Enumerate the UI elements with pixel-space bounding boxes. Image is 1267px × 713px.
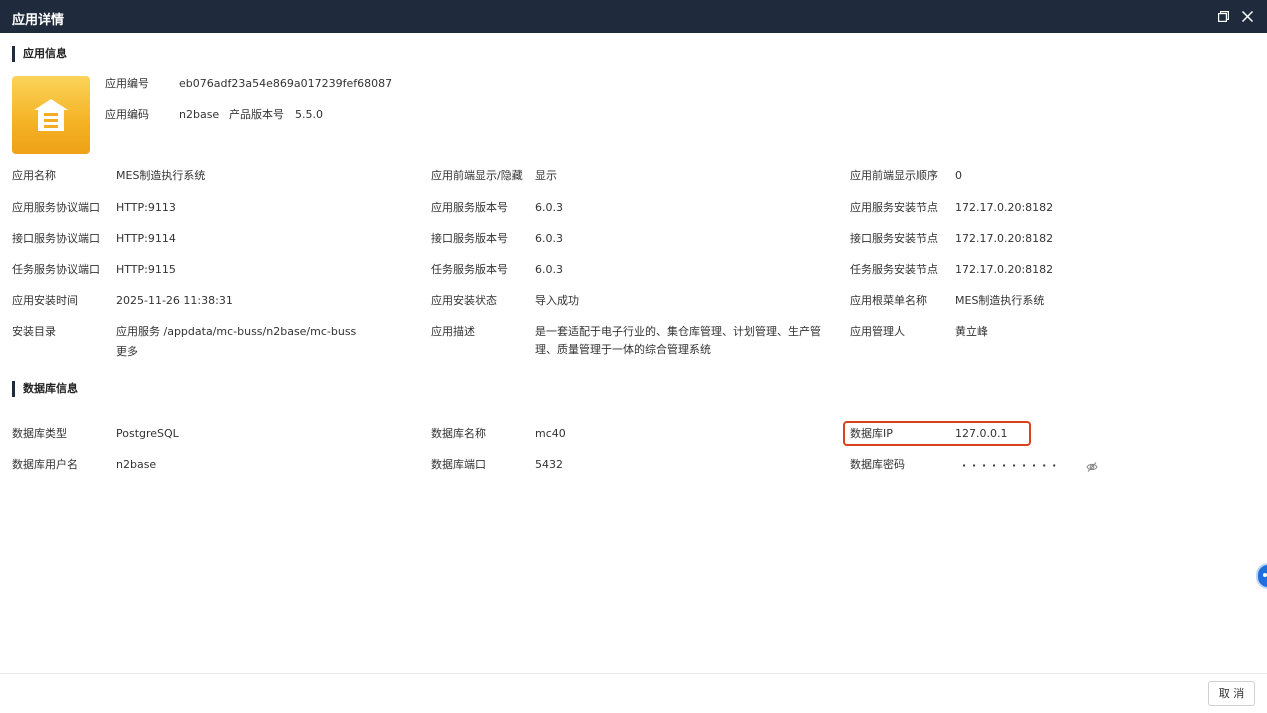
- description-label: 应用描述: [431, 325, 475, 338]
- install-status-label: 应用安装状态: [431, 294, 497, 307]
- more-link[interactable]: 更多: [116, 345, 138, 359]
- db-user-value: n2base: [116, 458, 157, 471]
- app-no-value: eb076adf23a54e869a017239fef68087: [179, 77, 393, 90]
- description-value: 是一套适配于电子行业的、集仓库管理、计划管理、生产管理、质量管理于一体的综合管理…: [535, 325, 821, 356]
- install-dir-value: 应用服务 /appdata/mc-buss/n2base/mc-buss: [116, 325, 357, 338]
- product-version-label: 产品版本号: [229, 108, 284, 121]
- db-name-value: mc40: [535, 427, 566, 440]
- title-bar: 应用详情: [0, 0, 1267, 33]
- app-code-label: 应用编码: [105, 108, 149, 121]
- frontend-show-label: 应用前端显示/隐藏: [431, 169, 523, 182]
- app-node-value: 172.17.0.20:8182: [955, 201, 1054, 214]
- app-version-label: 应用服务版本号: [431, 201, 508, 214]
- api-port-value: HTTP:9114: [116, 232, 176, 245]
- frontend-order-value: 0: [955, 169, 962, 182]
- install-time-value: 2025-11-26 11:38:31: [116, 294, 233, 307]
- cancel-button[interactable]: 取 消: [1208, 681, 1255, 706]
- db-ip-value: 127.0.0.1: [955, 427, 1008, 440]
- api-version-label: 接口服务版本号: [431, 232, 508, 245]
- window-title: 应用详情: [12, 13, 65, 28]
- warehouse-icon: [34, 99, 68, 131]
- db-password-label: 数据库密码: [850, 458, 905, 471]
- app-code-value: n2base: [179, 108, 220, 121]
- db-port-label: 数据库端口: [431, 458, 486, 471]
- db-password-value: · · · · · · · · · ·: [962, 459, 1058, 472]
- app-no-label: 应用编号: [105, 77, 149, 90]
- db-type-label: 数据库类型: [12, 427, 67, 440]
- install-dir-label: 安装目录: [12, 325, 56, 338]
- restore-window-icon[interactable]: [1218, 11, 1229, 22]
- task-version-value: 6.0.3: [535, 263, 563, 276]
- manager-value: 黄立峰: [955, 325, 988, 338]
- db-user-label: 数据库用户名: [12, 458, 78, 471]
- root-menu-label: 应用根菜单名称: [850, 294, 927, 307]
- app-logo: [12, 76, 90, 154]
- api-port-label: 接口服务协议端口: [12, 232, 100, 245]
- footer-divider: [0, 673, 1267, 674]
- db-ip-label: 数据库IP: [850, 427, 893, 440]
- manager-label: 应用管理人: [850, 325, 905, 338]
- task-node-label: 任务服务安装节点: [850, 263, 938, 276]
- section-app-info: 应用信息: [12, 46, 67, 62]
- install-time-label: 应用安装时间: [12, 294, 78, 307]
- task-node-value: 172.17.0.20:8182: [955, 263, 1054, 276]
- app-port-value: HTTP:9113: [116, 201, 176, 214]
- app-port-label: 应用服务协议端口: [12, 201, 100, 214]
- api-node-value: 172.17.0.20:8182: [955, 232, 1054, 245]
- install-status-value: 导入成功: [535, 294, 579, 307]
- eye-off-icon[interactable]: [1086, 461, 1098, 473]
- app-version-value: 6.0.3: [535, 201, 563, 214]
- root-menu-value: MES制造执行系统: [955, 294, 1045, 307]
- app-name-value: MES制造执行系统: [116, 169, 206, 182]
- product-version-value: 5.5.0: [295, 108, 323, 121]
- close-icon[interactable]: [1241, 10, 1254, 23]
- db-name-label: 数据库名称: [431, 427, 486, 440]
- task-port-label: 任务服务协议端口: [12, 263, 100, 276]
- db-port-value: 5432: [535, 458, 563, 471]
- api-version-value: 6.0.3: [535, 232, 563, 245]
- floating-assistant-handle[interactable]: [1256, 563, 1267, 589]
- app-name-label: 应用名称: [12, 169, 56, 182]
- app-node-label: 应用服务安装节点: [850, 201, 938, 214]
- db-type-value: PostgreSQL: [116, 427, 179, 440]
- frontend-show-value: 显示: [535, 169, 557, 182]
- task-port-value: HTTP:9115: [116, 263, 176, 276]
- task-version-label: 任务服务版本号: [431, 263, 508, 276]
- frontend-order-label: 应用前端显示顺序: [850, 169, 938, 182]
- api-node-label: 接口服务安装节点: [850, 232, 938, 245]
- section-db-info: 数据库信息: [12, 381, 78, 397]
